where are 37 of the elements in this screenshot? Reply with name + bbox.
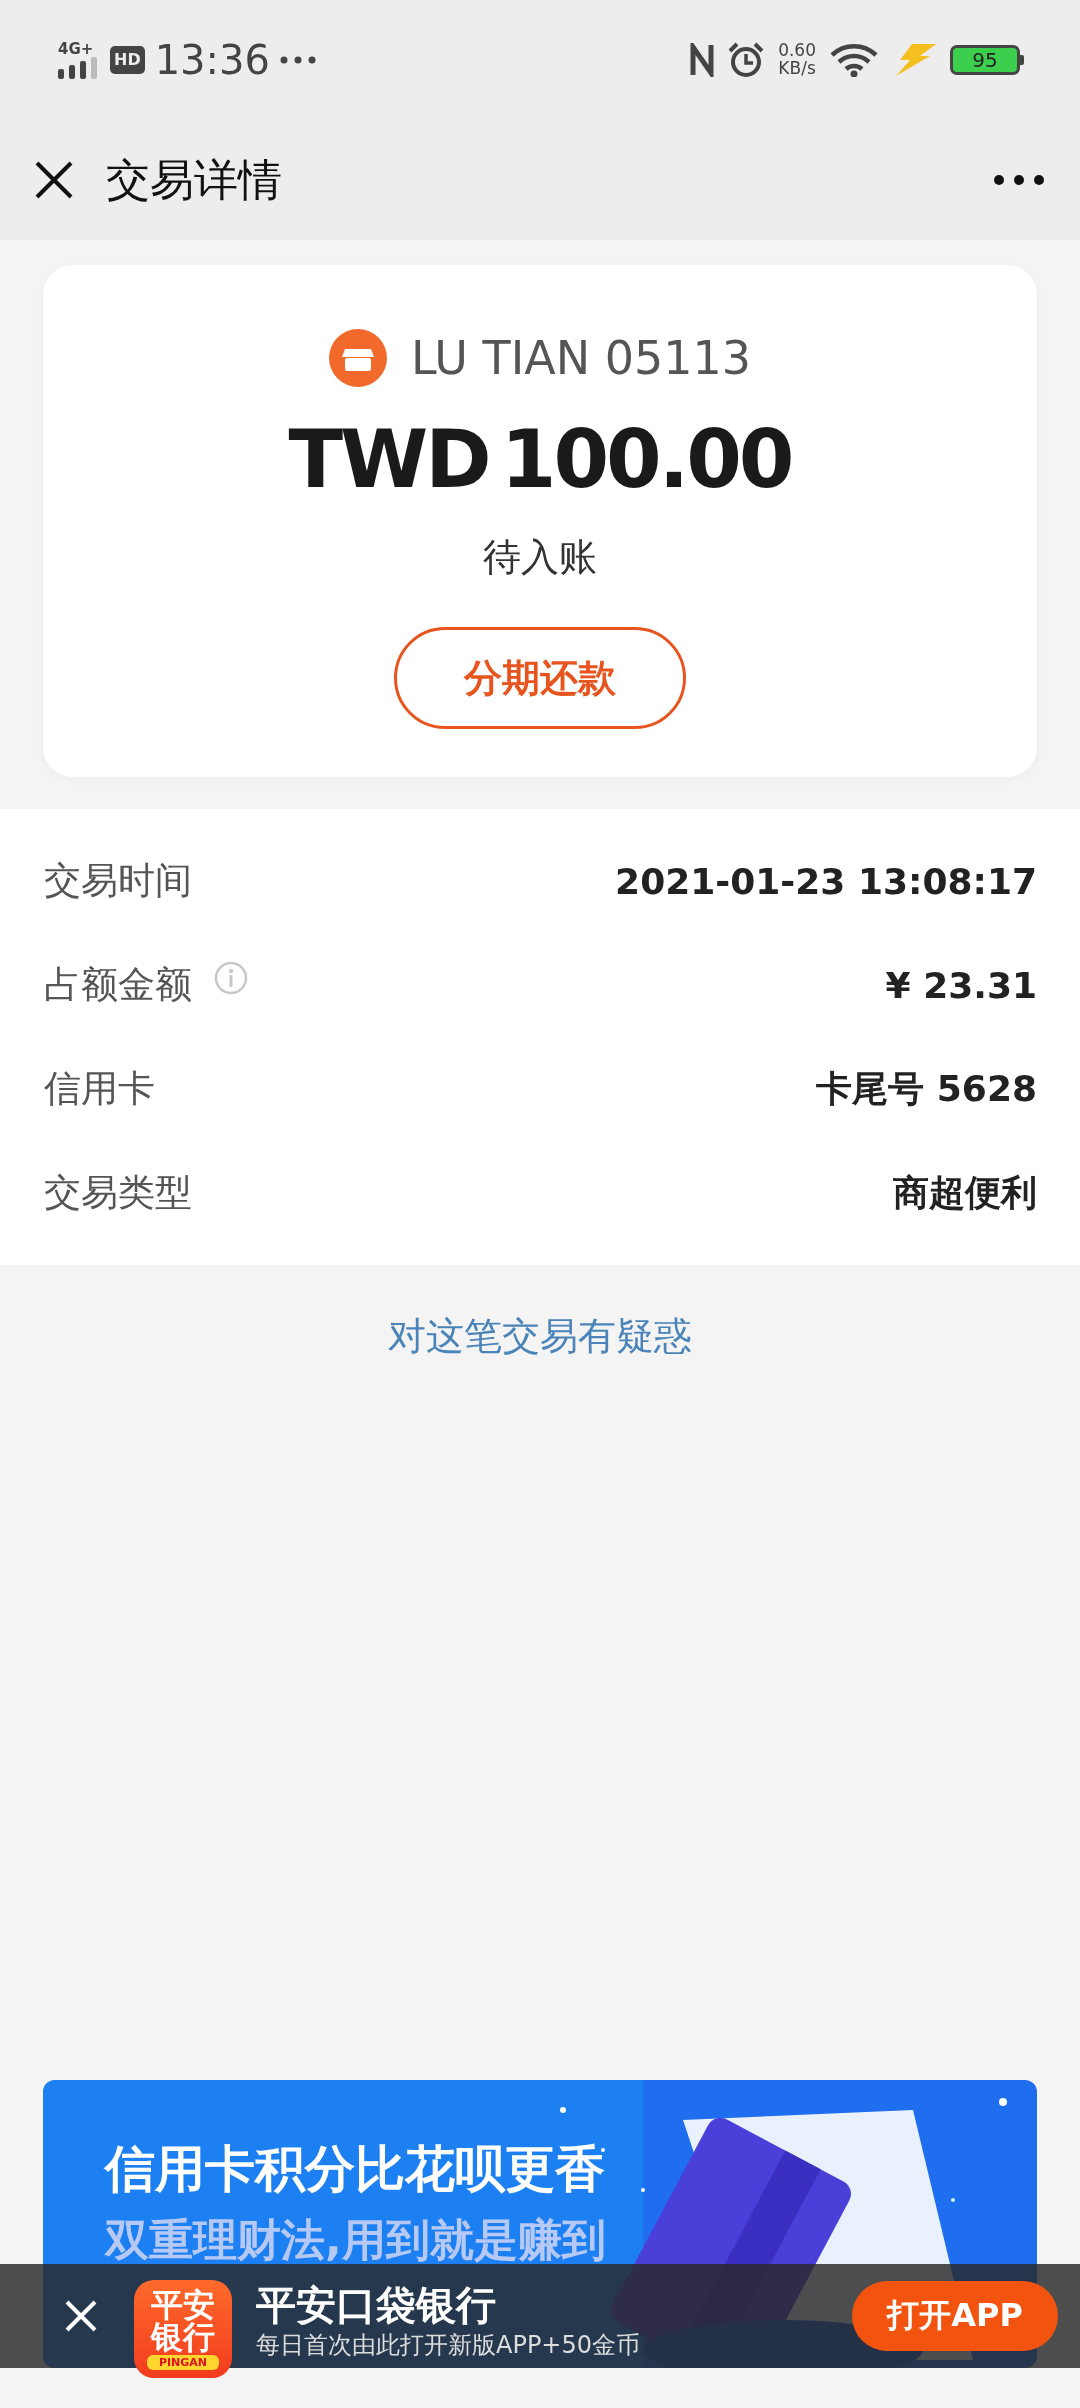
shop-icon [328,329,387,387]
speed-value: 0.60 [778,42,816,60]
battery-icon: 95 [950,45,1020,75]
wifi-icon [830,43,878,77]
hd-badge: HD [110,46,145,74]
banner-subline: 双重理财法,用到就是赚到 [105,2213,606,2267]
banner-headline: 信用卡积分比花呗更香 [105,2139,605,2200]
alarm-icon [728,42,765,78]
currency-code: TWD [288,413,489,506]
help-link[interactable]: 对这笔交易有疑惑 [388,1311,692,1362]
nfc-icon [690,43,715,77]
detail-label: 占额金额 [44,962,192,1008]
app-name: 平安口袋银行 [256,2283,497,2327]
logo-text: 银行 [151,2320,215,2353]
more-dots-icon [279,56,316,64]
status-time: 13:36 [154,37,270,83]
detail-value: 商超便利 [893,1170,1037,1215]
detail-label: 信用卡 [44,1066,155,1112]
logo-brand: PINGAN [146,2354,220,2370]
page-title: 交易详情 [106,152,282,207]
amount: 100.00 [500,413,792,506]
logo-text: 平安 [151,2288,215,2321]
open-app-button[interactable]: 打开APP [852,2281,1058,2351]
speed-unit: KB/s [778,60,816,78]
signal-icon [58,56,100,79]
detail-value: ¥ 23.31 [885,964,1037,1006]
close-icon[interactable] [34,160,74,200]
detail-value: 卡尾号 5628 [816,1066,1037,1111]
detail-label: 交易类型 [44,1170,192,1216]
app-tagline: 每日首次由此打开新版APP+50金币 [256,2330,640,2361]
detail-label: 交易时间 [44,858,192,904]
installment-button[interactable]: 分期还款 [394,627,686,729]
posting-status: 待入账 [483,534,597,581]
network-type: 4G+ [58,41,94,57]
more-icon[interactable] [994,175,1044,185]
merchant-name: LU TIAN 05113 [410,331,752,385]
detail-value: 2021-01-23 13:08:17 [615,860,1037,902]
